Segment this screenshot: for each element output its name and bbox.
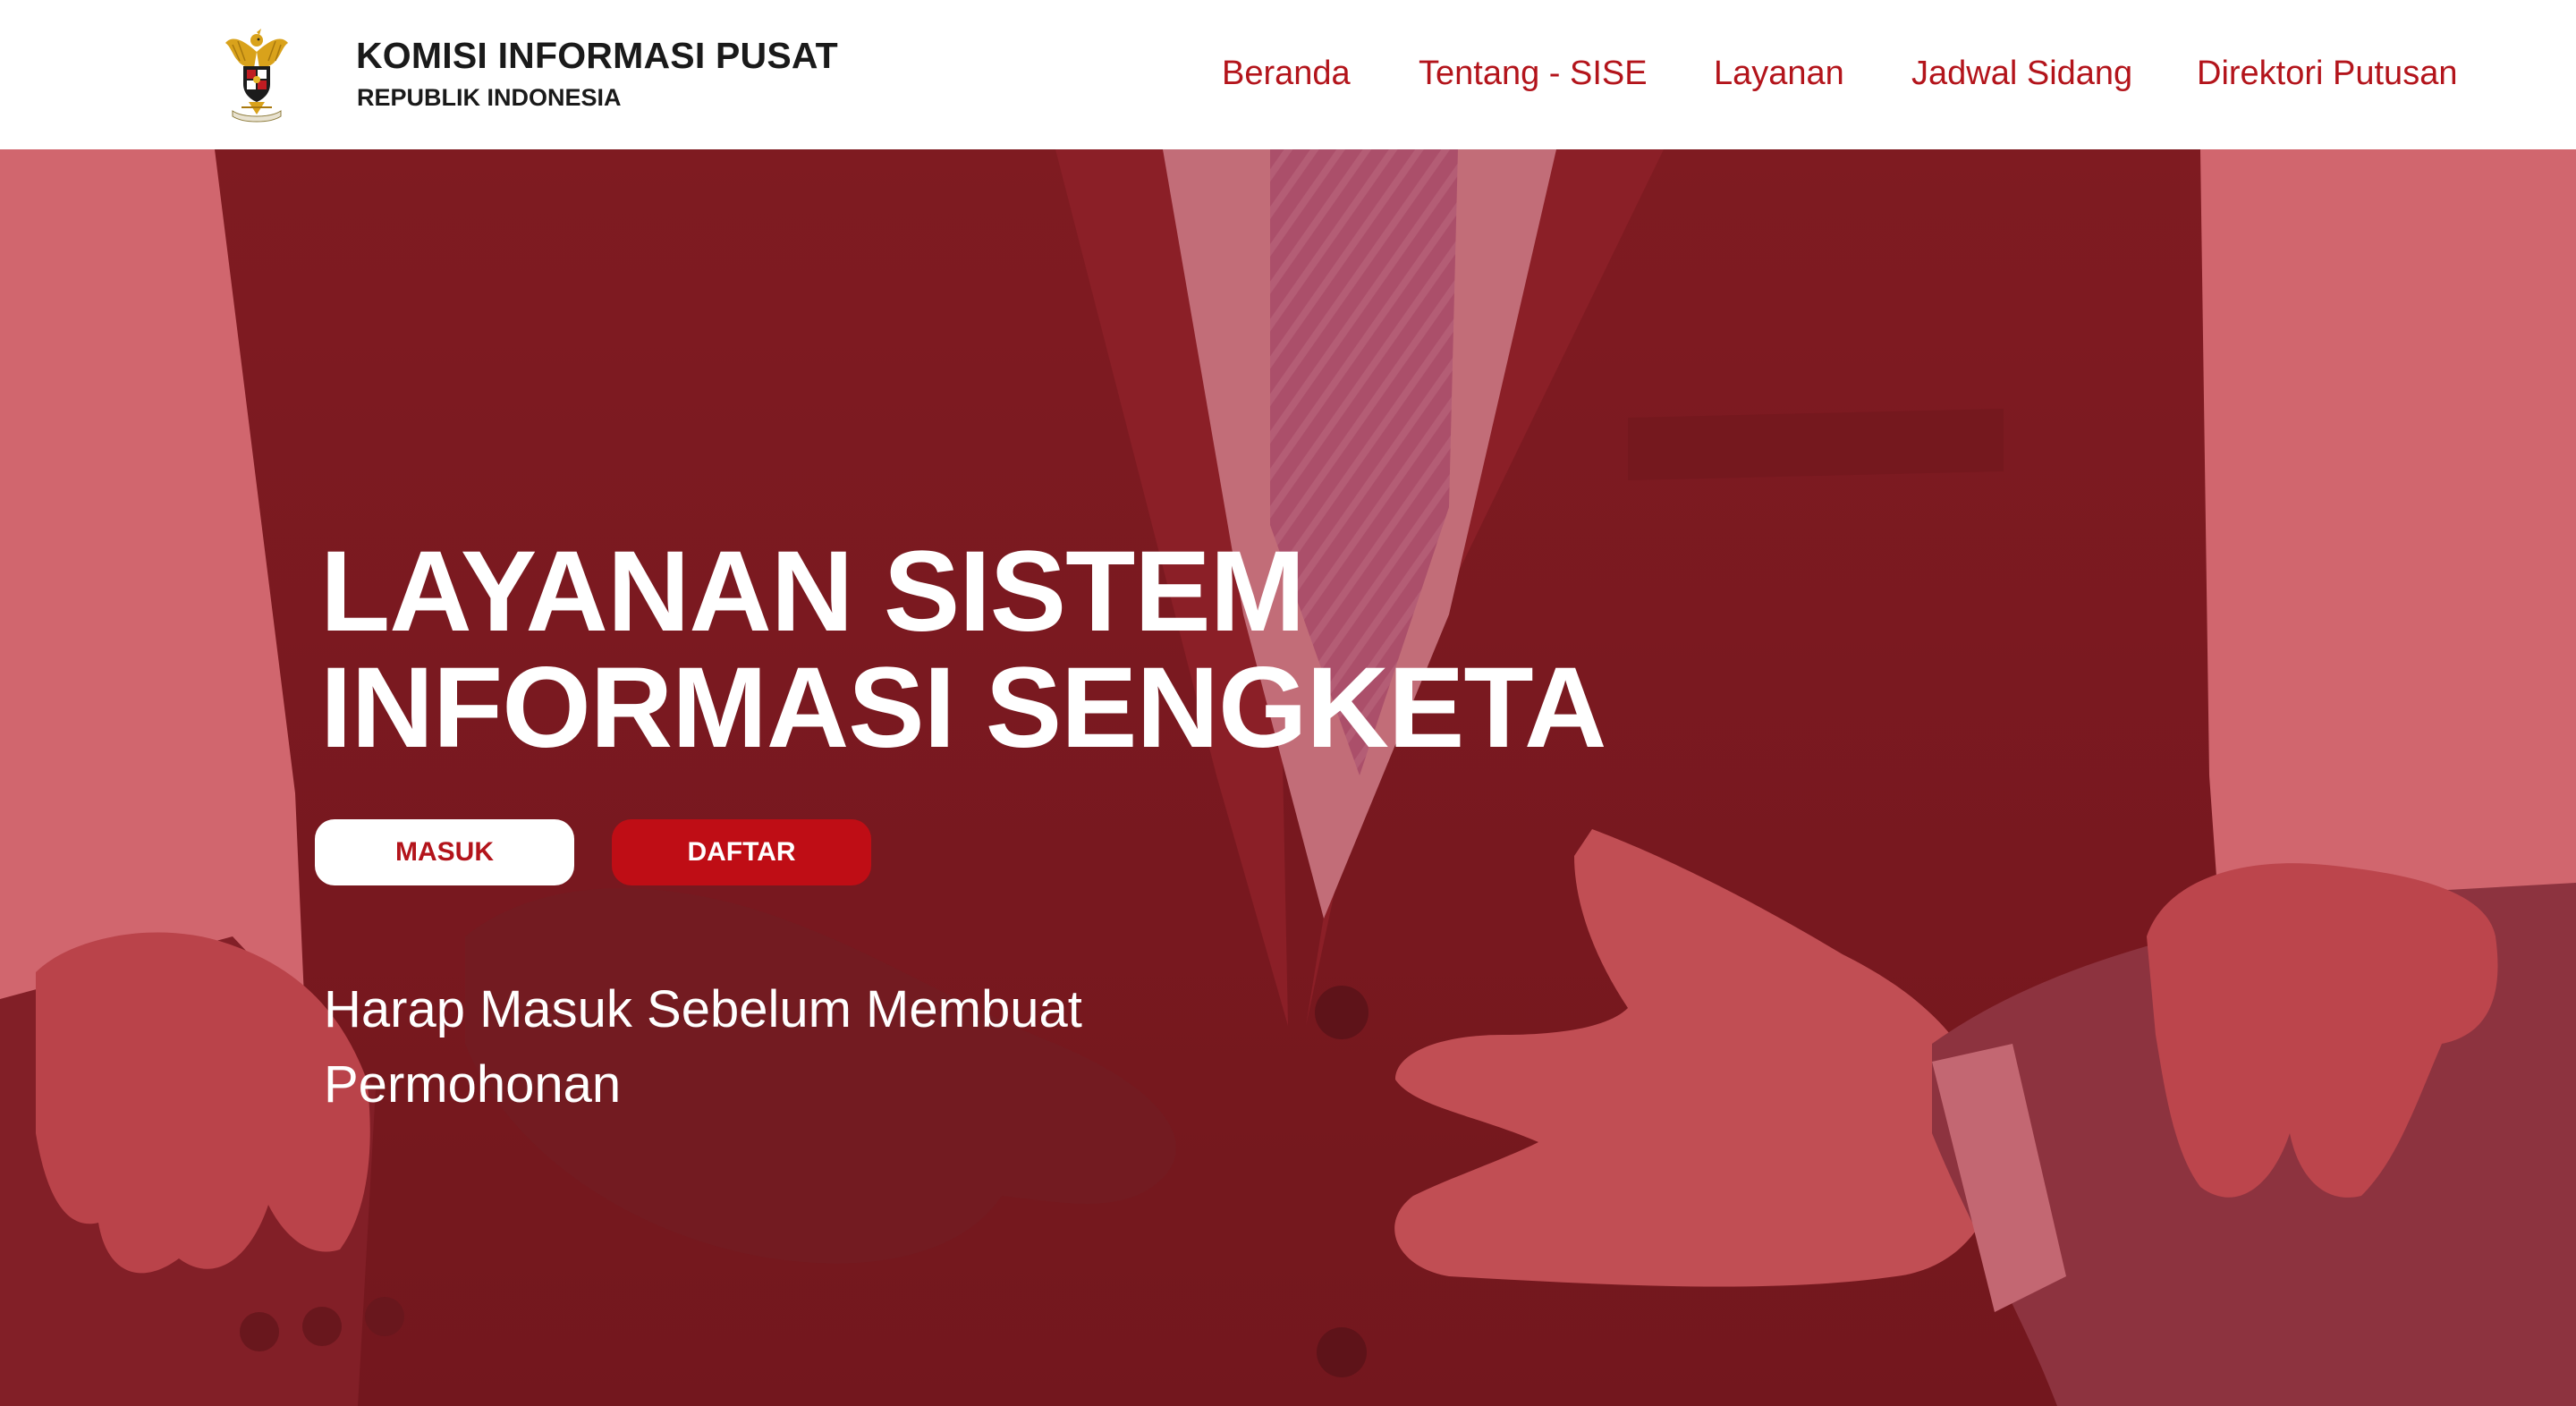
hero-section: LAYANAN SISTEM INFORMASI SENGKETA MASUK … xyxy=(0,149,2576,1406)
nav-link-beranda[interactable]: Beranda xyxy=(1222,55,1351,93)
nav-link-jadwal-sidang[interactable]: Jadwal Sidang xyxy=(1911,55,2132,93)
hero-note: Harap Masuk Sebelum Membuat Permohonan xyxy=(324,980,1082,1114)
nav-link-layanan[interactable]: Layanan xyxy=(1714,55,1844,93)
daftar-button[interactable]: DAFTAR xyxy=(612,819,871,885)
nav-link-tentang-sise[interactable]: Tentang - SISE xyxy=(1419,55,1648,93)
hero-title: LAYANAN SISTEM INFORMASI SENGKETA xyxy=(320,534,1606,767)
main-nav: Beranda Tentang - SISE Layanan Jadwal Si… xyxy=(0,55,2576,99)
hero-title-line-1: LAYANAN SISTEM xyxy=(320,528,1305,656)
masuk-button[interactable]: MASUK xyxy=(315,819,574,885)
site-header: KOMISI INFORMASI PUSAT REPUBLIK INDONESI… xyxy=(0,0,2576,149)
nav-link-direktori-putusan[interactable]: Direktori Putusan xyxy=(2197,55,2457,93)
hero-title-line-2: INFORMASI SENGKETA xyxy=(320,644,1606,772)
hero-background-image xyxy=(0,149,2576,1406)
